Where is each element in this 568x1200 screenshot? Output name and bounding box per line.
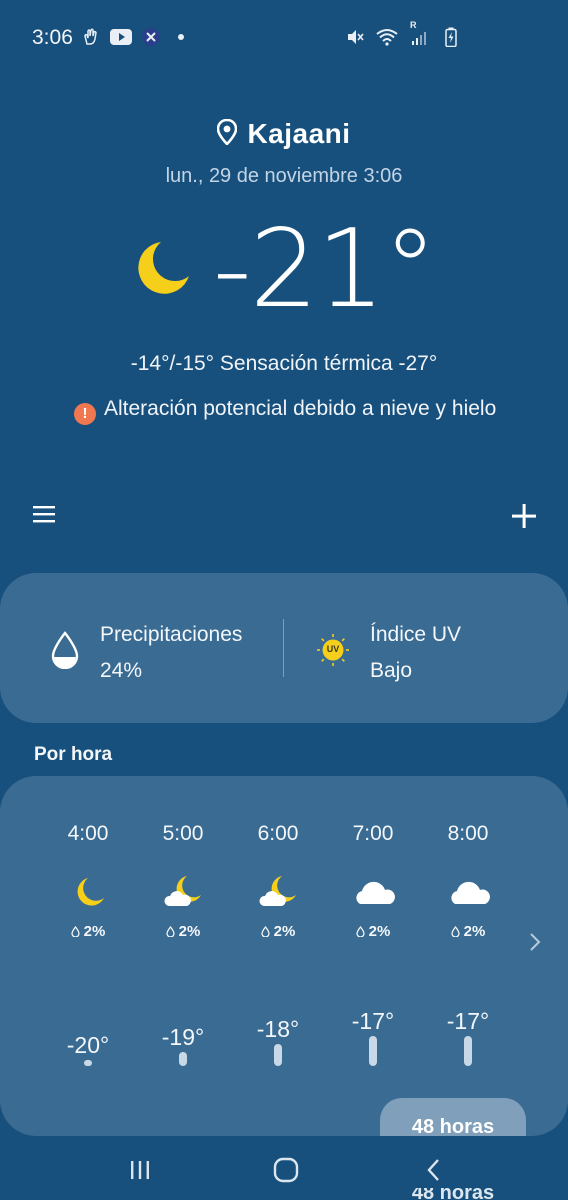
status-bar: 3:06 R [0, 0, 568, 74]
precipitation-value: 24% [100, 659, 143, 682]
location-name: Kajaani [247, 118, 351, 149]
back-button[interactable] [414, 1150, 454, 1190]
hour-temperature: -18° [256, 1016, 300, 1042]
system-icons: R [344, 20, 462, 48]
back-chevron-icon [427, 1159, 439, 1181]
weather-alert[interactable]: ! Alteración potencial debido a nieve y h… [74, 394, 514, 425]
hour-temperature: -20° [66, 1032, 110, 1058]
uv-label: Índice UV [370, 623, 462, 646]
home-button[interactable] [266, 1150, 306, 1190]
feels-like-text: -14°/-15° Sensación térmica -27° [130, 352, 438, 375]
dot-icon [170, 26, 192, 48]
current-temperature: -21° [212, 207, 437, 332]
small-raindrop-icon [356, 926, 365, 938]
plus-icon [512, 504, 536, 528]
temperature-bar [84, 1060, 92, 1066]
add-location-button[interactable] [510, 502, 538, 530]
hamburger-menu-icon [33, 506, 55, 523]
status-time: 3:06 [32, 26, 73, 49]
48-hours-button-reflection: 48 horas [411, 1188, 495, 1200]
moon-cloud-icon [163, 874, 207, 910]
location-pin-icon [217, 118, 238, 150]
hour-precipitation: 2% [420, 923, 516, 940]
hour-temperature: -17° [351, 1008, 395, 1034]
precipitation-item: Precipitaciones 24% [50, 617, 242, 689]
cloud-icon [448, 874, 492, 910]
small-raindrop-icon [71, 926, 80, 938]
chevron-right-icon [530, 933, 541, 951]
hour-precipitation: 2% [230, 923, 326, 940]
cloud-icon [353, 874, 397, 910]
hour-time: 7:00 [352, 822, 394, 845]
hour-temperature: -17° [446, 1008, 490, 1034]
battery-charging-icon [440, 26, 462, 48]
mute-vibrate-icon [344, 26, 366, 48]
raindrop-icon [50, 631, 80, 674]
updated-datetime: lun., 29 de noviembre 3:06 [165, 165, 403, 187]
menu-button[interactable] [30, 500, 58, 528]
hourly-section-title: Por hora [34, 744, 113, 765]
uv-value: Bajo [370, 659, 413, 682]
temperature-bar [369, 1036, 377, 1066]
uv-sun-icon: UV [316, 633, 350, 667]
hour-time: 4:00 [67, 822, 109, 845]
signal-icon: R [408, 20, 430, 48]
hour-temperature: -19° [161, 1024, 205, 1050]
hour-time: 5:00 [162, 822, 204, 845]
small-raindrop-icon [166, 926, 175, 938]
moon-icon [68, 874, 112, 910]
alert-text: Alteración potencial debido a nieve y hi… [104, 397, 497, 420]
moon-cloud-icon [258, 874, 302, 910]
temperature-bar [274, 1044, 282, 1066]
notification-icons [80, 26, 192, 48]
uv-index-item: UV Índice UV Bajo [316, 617, 461, 689]
recent-apps-button[interactable] [120, 1150, 160, 1190]
hour-precipitation: 2% [135, 923, 231, 940]
current-conditions: -21° [0, 216, 568, 324]
alert-icon: ! [74, 403, 96, 425]
small-raindrop-icon [261, 926, 270, 938]
location-header[interactable]: Kajaani [0, 118, 568, 150]
hour-time: 8:00 [447, 822, 489, 845]
precipitation-label: Precipitaciones [100, 623, 243, 646]
scroll-next-button[interactable] [526, 928, 544, 956]
uv-badge-text: UV [326, 644, 340, 654]
hour-time: 6:00 [257, 822, 299, 845]
hour-precipitation: 2% [325, 923, 421, 940]
hourly-forecast-card[interactable]: 4:00 2% -20° 5:00 2% -19° 6:00 2% -18° 7:00 2% -17°… [0, 776, 568, 1136]
moon-icon [133, 238, 193, 303]
small-raindrop-icon [451, 926, 460, 938]
summary-divider [283, 619, 284, 677]
app-badge-icon [140, 26, 162, 48]
gesture-hand-icon [80, 26, 102, 48]
hour-precipitation: 2% [40, 923, 136, 940]
temperature-bar [179, 1052, 187, 1066]
wifi-icon [376, 26, 398, 48]
roaming-label: R [410, 20, 417, 30]
temperature-bar [464, 1036, 472, 1066]
summary-card: Precipitaciones 24% UV Índice UV Bajo [0, 573, 568, 723]
recent-apps-icon [131, 1161, 149, 1179]
youtube-icon [110, 26, 132, 48]
home-icon [273, 1157, 299, 1183]
